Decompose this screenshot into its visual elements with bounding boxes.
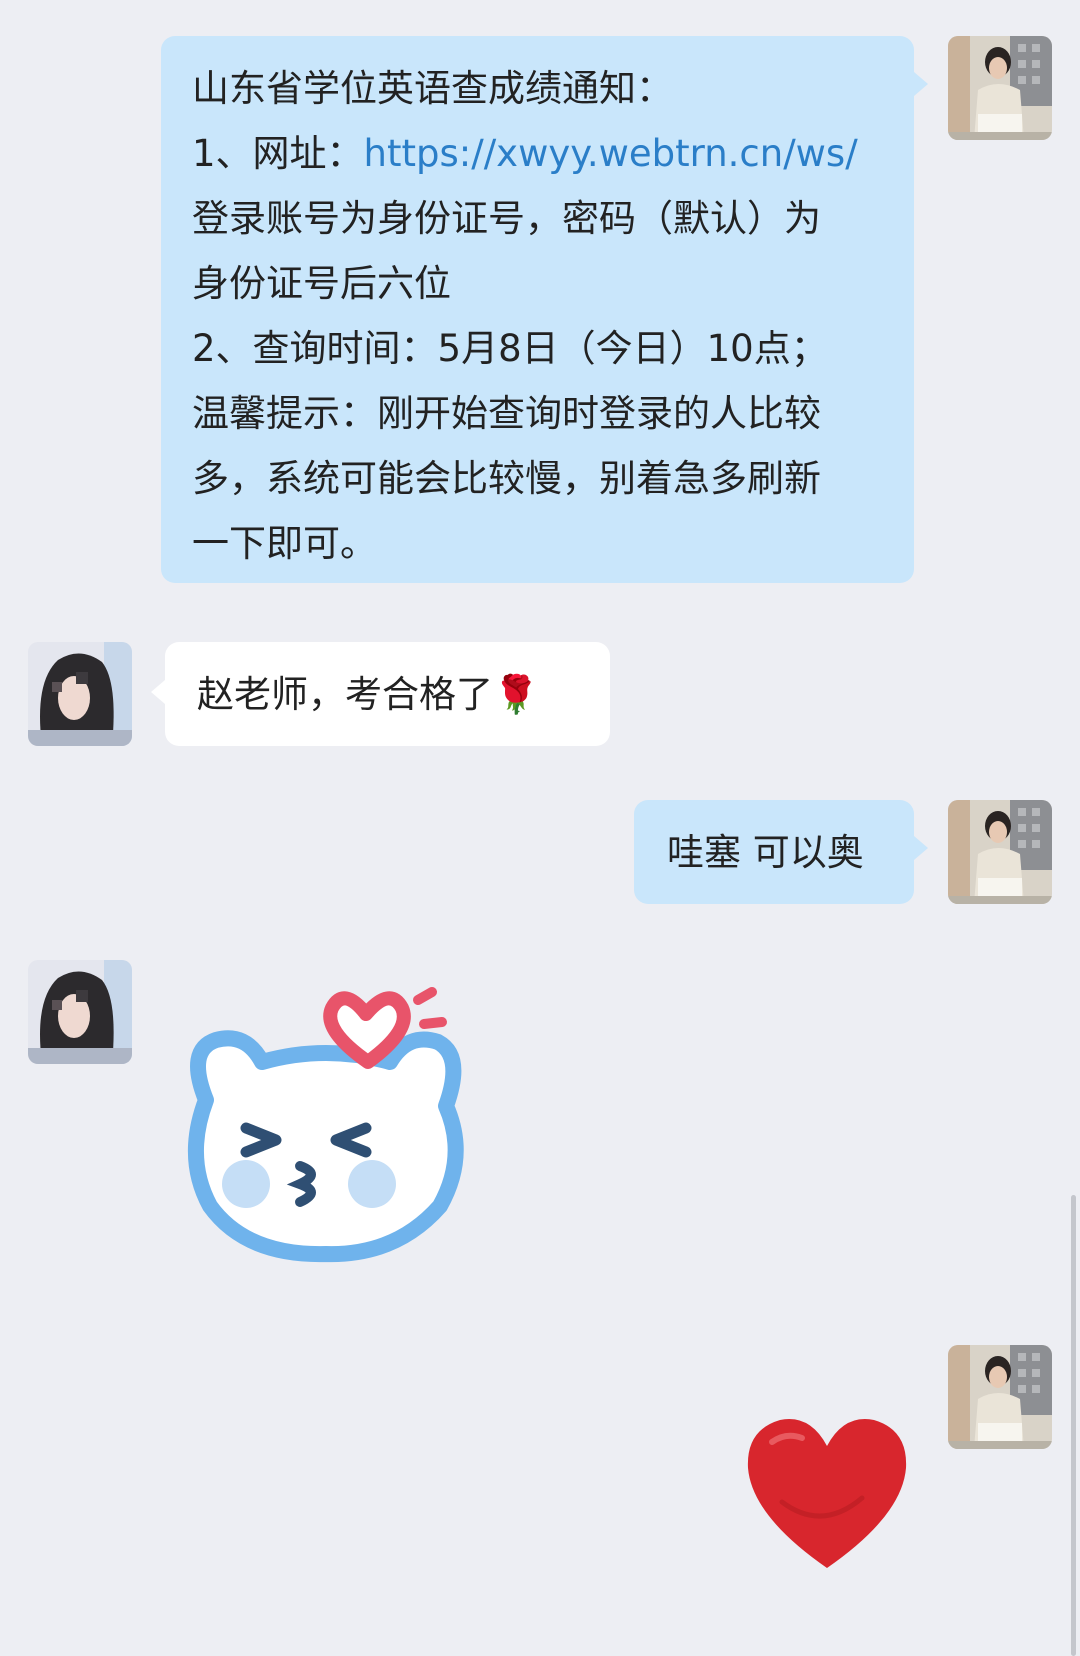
red-heart-sticker[interactable] bbox=[742, 1412, 912, 1572]
notice-line-7: 多，系统可能会比较慢，别着急多刷新 bbox=[192, 457, 821, 500]
notice-line-8: 一下即可。 bbox=[192, 522, 377, 565]
notice-url-label: 1、网址： bbox=[192, 132, 364, 175]
notice-line-1: 山东省学位英语查成绩通知： bbox=[192, 67, 673, 110]
student-avatar[interactable] bbox=[28, 642, 132, 746]
scrollbar[interactable] bbox=[1071, 1195, 1076, 1656]
my-avatar[interactable] bbox=[948, 1345, 1052, 1449]
chat-area[interactable]: 山东省学位英语查成绩通知： 1、网址：https://xwyy.webtrn.c… bbox=[0, 0, 1080, 1656]
my-avatar[interactable] bbox=[948, 36, 1052, 140]
notice-line-4: 身份证号后六位 bbox=[192, 262, 451, 305]
student-reply-text: 赵老师，考合格了🌹 bbox=[197, 673, 540, 716]
teacher-reply-bubble[interactable]: 哇塞 可以奥 bbox=[634, 800, 928, 904]
notice-line-2: 1、网址：https://xwyy.webtrn.cn/ws/ bbox=[192, 121, 894, 186]
teacher-reply-text: 哇塞 可以奥 bbox=[667, 831, 864, 874]
notice-url-link[interactable]: https://xwyy.webtrn.cn/ws/ bbox=[364, 132, 858, 175]
my-avatar[interactable] bbox=[948, 800, 1052, 904]
notice-line-5: 2、查询时间：5月8日（今日）10点； bbox=[192, 327, 828, 370]
kissing-bear-sticker[interactable] bbox=[176, 980, 476, 1270]
student-avatar[interactable] bbox=[28, 960, 132, 1064]
notice-line-6: 温馨提示：刚开始查询时登录的人比较 bbox=[192, 392, 821, 435]
student-reply-bubble[interactable]: 赵老师，考合格了🌹 bbox=[151, 642, 610, 746]
notice-message-bubble[interactable]: 山东省学位英语查成绩通知： 1、网址：https://xwyy.webtrn.c… bbox=[161, 36, 928, 583]
notice-line-3: 登录账号为身份证号，密码（默认）为 bbox=[192, 197, 821, 240]
